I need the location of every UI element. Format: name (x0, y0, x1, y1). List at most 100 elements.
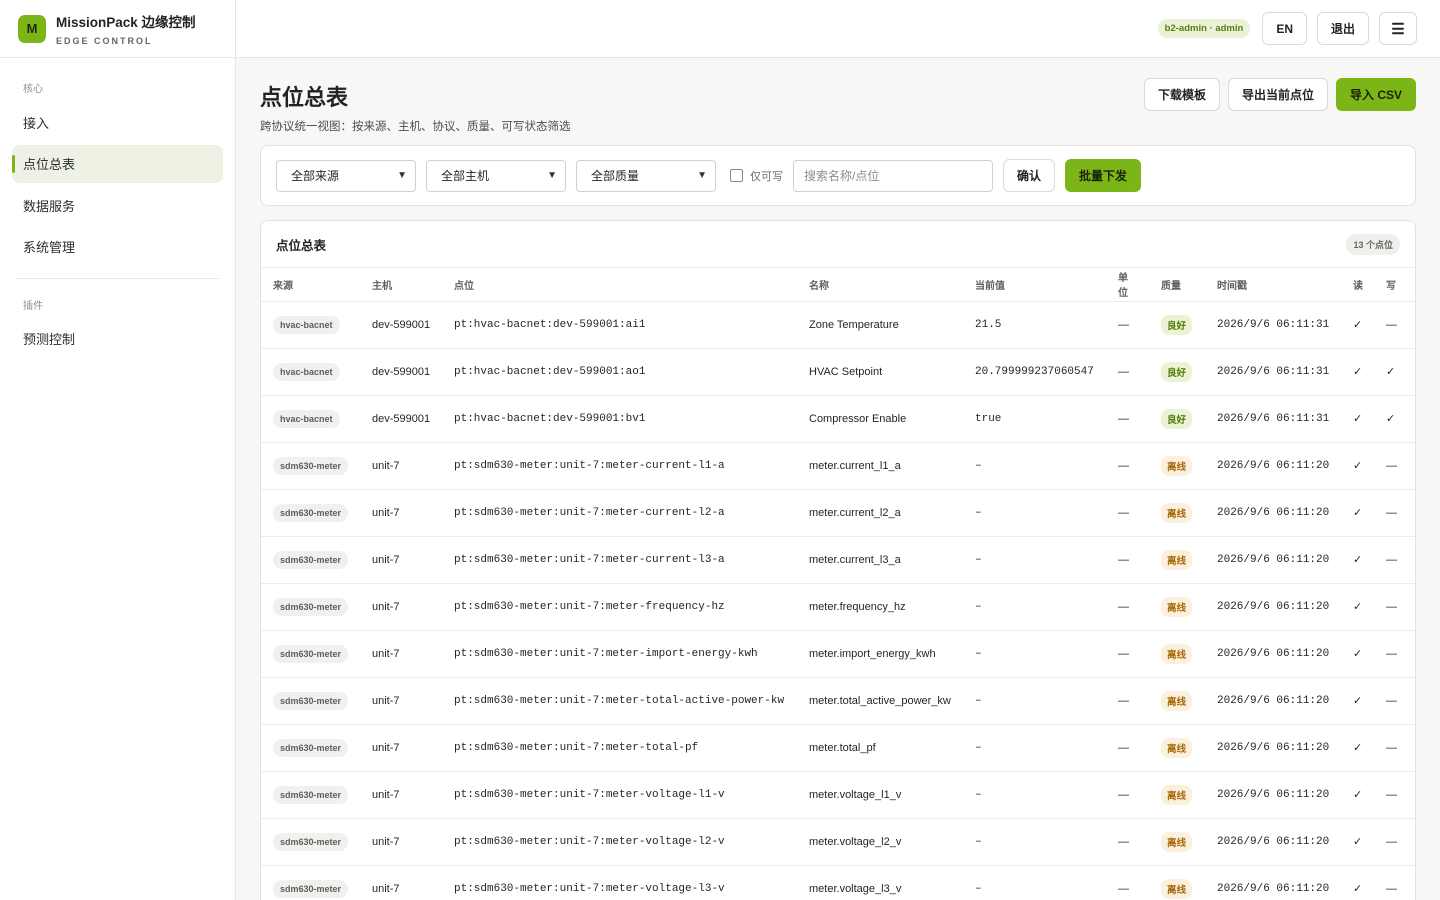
sidebar-item-data-service[interactable]: 数据服务 (12, 186, 223, 224)
value-cell: 21.5 (963, 301, 1106, 349)
points-table: 来源 主机 点位 名称 当前值 单位 质量 时间戳 读 写 hvac-bacne… (261, 268, 1415, 900)
quality-badge: 离线 (1161, 502, 1193, 523)
download-template-button[interactable]: 下载模板 (1143, 78, 1220, 111)
unit-cell: — (1106, 724, 1149, 772)
col-host[interactable]: 主机 (360, 268, 442, 302)
import-csv-button[interactable]: 导入 CSV (1335, 78, 1416, 111)
value-cell: – (963, 724, 1106, 772)
source-badge: sdm630-meter (273, 550, 349, 569)
col-value[interactable]: 当前值 (963, 268, 1106, 302)
point-id-cell: pt:hvac-bacnet:dev-599001:ao1 (442, 348, 797, 396)
sidebar-item-system[interactable]: 系统管理 (12, 228, 223, 266)
write-cell: — (1374, 442, 1415, 490)
point-id-cell: pt:sdm630-meter:unit-7:meter-voltage-l3-… (442, 865, 797, 900)
value-cell: true (963, 395, 1106, 443)
quality-badge: 良好 (1161, 361, 1193, 382)
write-cell: — (1374, 724, 1415, 772)
brand-title: MissionPack 边缘控制 (56, 15, 196, 30)
page-header: 点位总表 跨协议统一视图：按来源、主机、协议、质量、可写状态筛选 下载模板 导出… (260, 78, 1416, 145)
host-cell: unit-7 (360, 677, 442, 725)
table-row[interactable]: sdm630-meter unit-7 pt:sdm630-meter:unit… (261, 818, 1415, 866)
source-badge: hvac-bacnet (273, 409, 340, 428)
col-name[interactable]: 名称 (797, 268, 963, 302)
value-cell: – (963, 630, 1106, 678)
table-row[interactable]: hvac-bacnet dev-599001 pt:hvac-bacnet:de… (261, 348, 1415, 396)
writable-only-checkbox[interactable] (730, 169, 743, 182)
quality-badge: 良好 (1161, 408, 1193, 429)
col-timestamp[interactable]: 时间戳 (1205, 268, 1341, 302)
table-row[interactable]: sdm630-meter unit-7 pt:sdm630-meter:unit… (261, 489, 1415, 537)
read-cell: ✓ (1341, 771, 1374, 819)
name-cell: meter.frequency_hz (797, 583, 963, 631)
timestamp-cell: 2026/9/6 06:11:20 (1205, 489, 1341, 537)
search-input[interactable]: 搜索名称/点位 (793, 159, 993, 192)
logout-button[interactable]: 退出 (1316, 12, 1369, 45)
name-cell: meter.current_l1_a (797, 442, 963, 490)
writable-only-filter[interactable]: 仅可写 (730, 168, 783, 184)
timestamp-cell: 2026/9/6 06:11:20 (1205, 677, 1341, 725)
source-badge: sdm630-meter (273, 832, 349, 851)
name-cell: meter.total_active_power_kw (797, 677, 963, 725)
source-badge: hvac-bacnet (273, 362, 340, 381)
read-cell: ✓ (1341, 489, 1374, 537)
host-select[interactable]: 全部主机 ▼ (426, 159, 566, 192)
sidebar-item-predictive-control[interactable]: 预测控制 (12, 320, 223, 358)
col-unit[interactable]: 单位 (1106, 268, 1149, 302)
unit-cell: — (1106, 865, 1149, 900)
menu-button[interactable]: ☰ (1379, 12, 1417, 45)
point-id-cell: pt:sdm630-meter:unit-7:meter-current-l3-… (442, 536, 797, 584)
name-cell: meter.total_pf (797, 724, 963, 772)
batch-send-button[interactable]: 批量下发 (1065, 159, 1142, 192)
name-cell: meter.current_l2_a (797, 489, 963, 537)
unit-cell: — (1106, 489, 1149, 537)
value-cell: – (963, 442, 1106, 490)
point-id-cell: pt:sdm630-meter:unit-7:meter-voltage-l2-… (442, 818, 797, 866)
sidebar-item-access[interactable]: 接入 (12, 103, 223, 141)
host-cell: unit-7 (360, 442, 442, 490)
write-cell: — (1374, 771, 1415, 819)
name-cell: HVAC Setpoint (797, 348, 963, 396)
table-title: 点位总表 (276, 238, 327, 253)
write-cell: — (1374, 677, 1415, 725)
host-cell: unit-7 (360, 865, 442, 900)
sidebar-item-points[interactable]: 点位总表 (12, 144, 223, 183)
table-row[interactable]: hvac-bacnet dev-599001 pt:hvac-bacnet:de… (261, 301, 1415, 349)
col-quality[interactable]: 质量 (1149, 268, 1205, 302)
col-write[interactable]: 写 (1374, 268, 1415, 302)
table-row[interactable]: sdm630-meter unit-7 pt:sdm630-meter:unit… (261, 630, 1415, 678)
table-row[interactable]: sdm630-meter unit-7 pt:sdm630-meter:unit… (261, 677, 1415, 725)
table-row[interactable]: sdm630-meter unit-7 pt:sdm630-meter:unit… (261, 865, 1415, 900)
point-id-cell: pt:sdm630-meter:unit-7:meter-total-pf (442, 724, 797, 772)
confirm-button[interactable]: 确认 (1003, 159, 1056, 192)
col-read[interactable]: 读 (1341, 268, 1374, 302)
table-row[interactable]: sdm630-meter unit-7 pt:sdm630-meter:unit… (261, 536, 1415, 584)
table-row[interactable]: sdm630-meter unit-7 pt:sdm630-meter:unit… (261, 442, 1415, 490)
table-row[interactable]: sdm630-meter unit-7 pt:sdm630-meter:unit… (261, 771, 1415, 819)
table-row[interactable]: sdm630-meter unit-7 pt:sdm630-meter:unit… (261, 724, 1415, 772)
source-badge: sdm630-meter (273, 738, 349, 757)
unit-cell: — (1106, 536, 1149, 584)
timestamp-cell: 2026/9/6 06:11:20 (1205, 583, 1341, 631)
timestamp-cell: 2026/9/6 06:11:20 (1205, 630, 1341, 678)
language-button[interactable]: EN (1262, 12, 1307, 45)
value-cell: – (963, 489, 1106, 537)
col-point[interactable]: 点位 (442, 268, 797, 302)
host-cell: unit-7 (360, 724, 442, 772)
write-cell: — (1374, 536, 1415, 584)
unit-cell: — (1106, 395, 1149, 443)
table-row[interactable]: hvac-bacnet dev-599001 pt:hvac-bacnet:de… (261, 395, 1415, 443)
col-source[interactable]: 来源 (261, 268, 360, 302)
unit-cell: — (1106, 677, 1149, 725)
write-cell: — (1374, 865, 1415, 900)
timestamp-cell: 2026/9/6 06:11:20 (1205, 818, 1341, 866)
source-select[interactable]: 全部来源 ▼ (276, 159, 416, 192)
host-cell: unit-7 (360, 818, 442, 866)
source-badge: sdm630-meter (273, 503, 349, 522)
export-points-button[interactable]: 导出当前点位 (1227, 78, 1328, 111)
unit-cell: — (1106, 348, 1149, 396)
quality-select[interactable]: 全部质量 ▼ (576, 159, 716, 192)
read-cell: ✓ (1341, 442, 1374, 490)
read-cell: ✓ (1341, 724, 1374, 772)
chevron-down-icon: ▼ (697, 170, 707, 181)
table-row[interactable]: sdm630-meter unit-7 pt:sdm630-meter:unit… (261, 583, 1415, 631)
